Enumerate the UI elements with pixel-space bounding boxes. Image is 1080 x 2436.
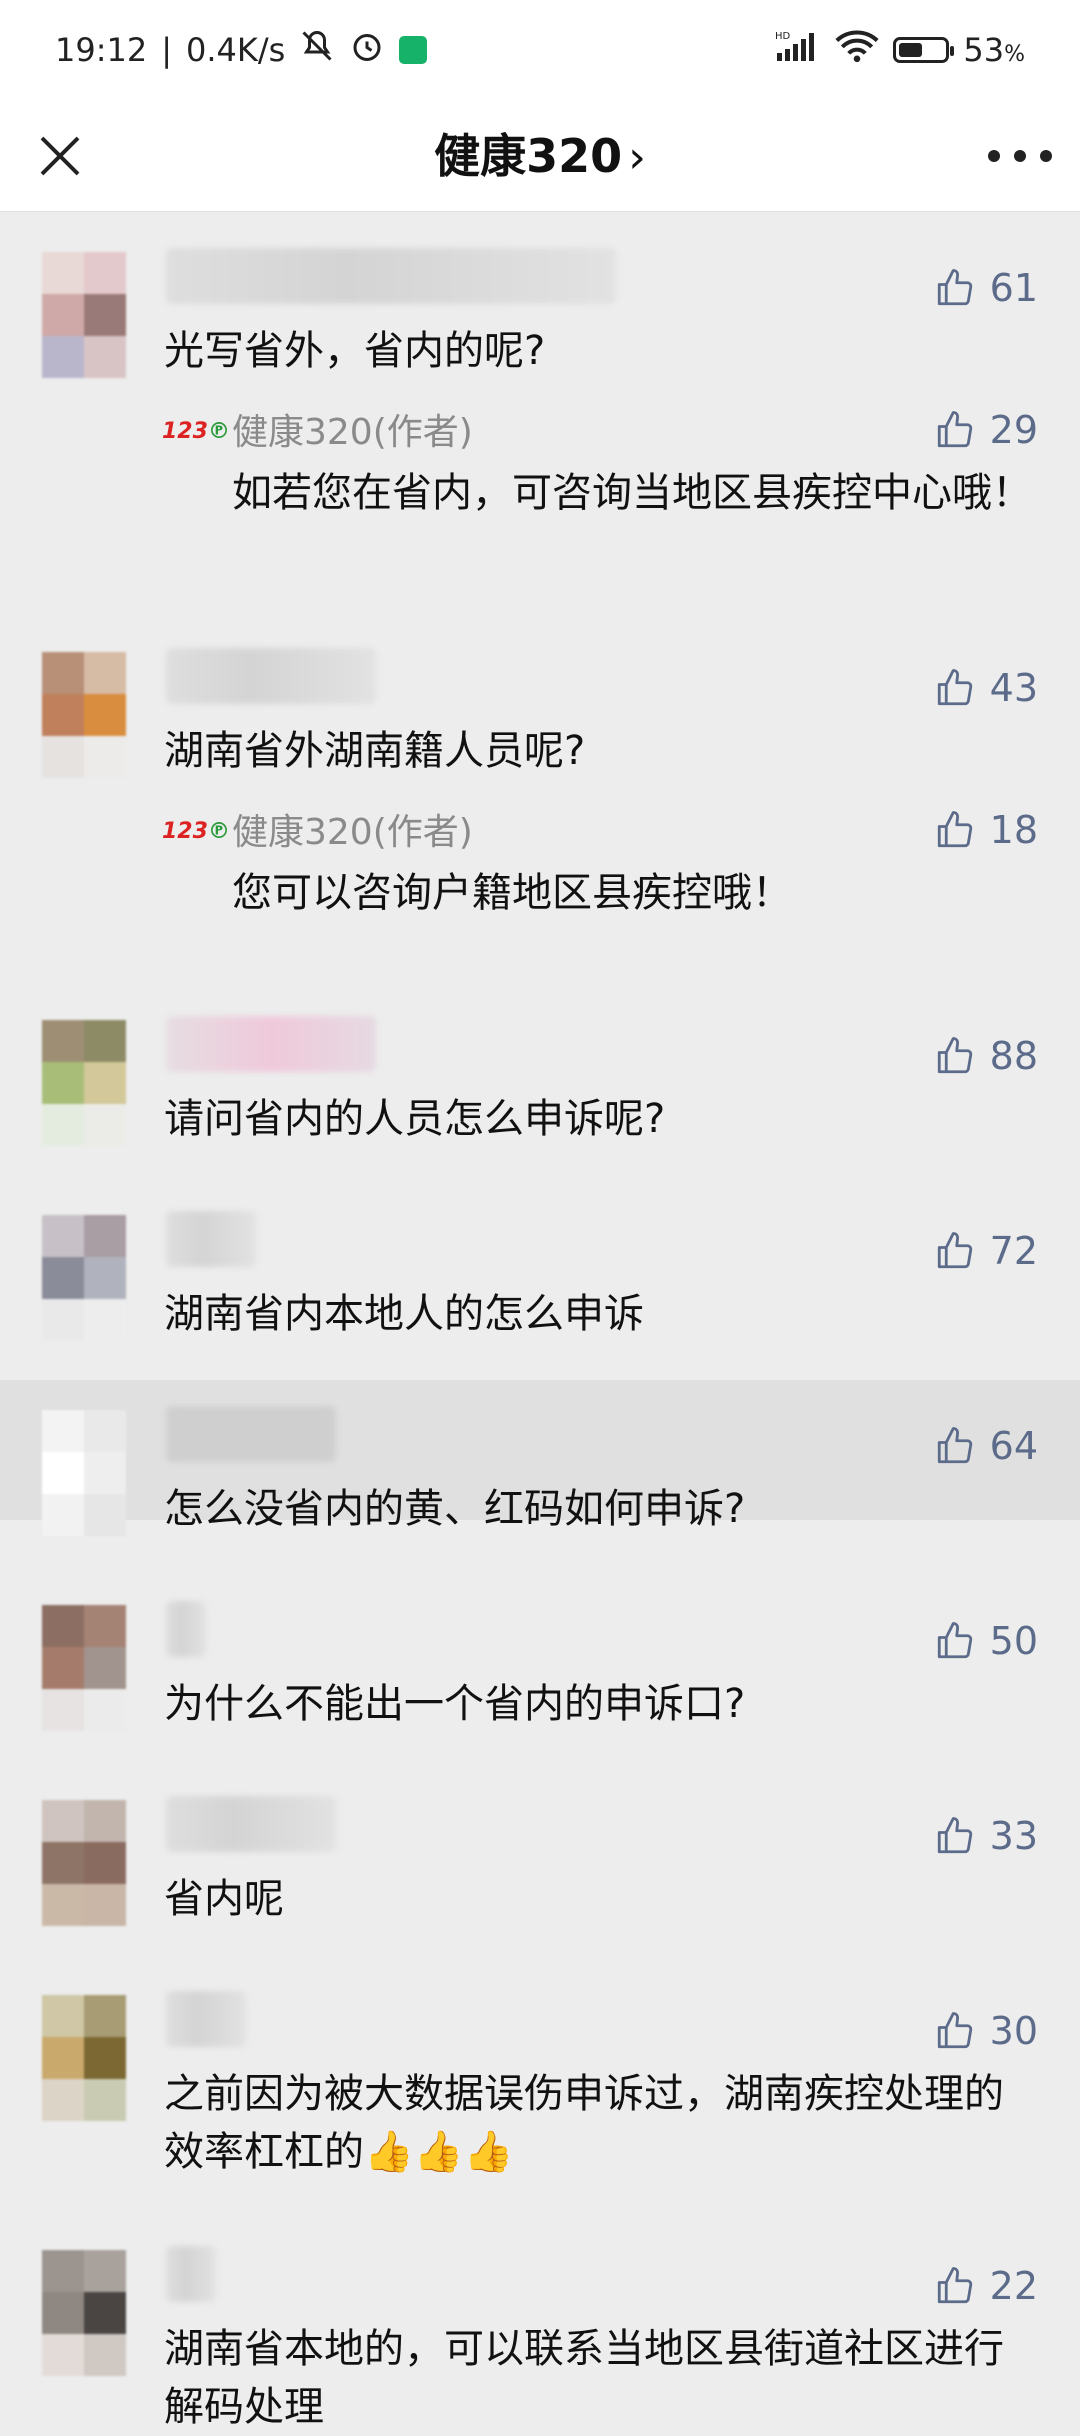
nickname-blurred bbox=[166, 1211, 256, 1267]
nickname-blurred bbox=[166, 1406, 336, 1462]
signal-hd-icon: HD bbox=[775, 29, 821, 71]
comment-item[interactable]: 72 湖南省内本地人的怎么申诉 bbox=[0, 1187, 1080, 1382]
comment-item[interactable]: 64 怎么没省内的黄、红码如何申诉? bbox=[0, 1382, 1080, 1577]
network-speed: 0.4K/s bbox=[186, 31, 286, 69]
thumbs-up-emoji: 👍👍👍 bbox=[364, 2129, 514, 2175]
title-text: 健康320 bbox=[434, 129, 623, 183]
wifi-icon bbox=[835, 29, 879, 71]
like-count: 22 bbox=[989, 2264, 1038, 2308]
like-button[interactable]: 50 bbox=[934, 1619, 1038, 1663]
comment-text: 湖南省内本地人的怎么申诉 bbox=[164, 1291, 644, 1337]
divider: | bbox=[161, 31, 172, 69]
comment-item[interactable]: 61 光写省外，省内的呢? 123℗ 健康320(作者) 29 如若您在省内，可… bbox=[0, 212, 1080, 612]
like-count: 61 bbox=[989, 266, 1038, 310]
comment-text: 为什么不能出一个省内的申诉口? bbox=[164, 1681, 746, 1727]
nickname-blurred bbox=[166, 648, 376, 704]
thumbs-up-icon bbox=[937, 669, 972, 706]
like-button[interactable]: 88 bbox=[934, 1034, 1038, 1078]
page-title[interactable]: 健康320 › bbox=[0, 100, 1080, 212]
thumbs-up-icon bbox=[937, 1427, 972, 1464]
comment-item[interactable]: 22 湖南省本地的，可以联系当地区县街道社区进行解码处理 bbox=[0, 2222, 1080, 2430]
avatar[interactable] bbox=[42, 1215, 126, 1341]
reply-text: 您可以咨询户籍地区县疾控哦！ bbox=[232, 870, 792, 916]
nickname-blurred bbox=[166, 1601, 206, 1657]
like-button[interactable]: 22 bbox=[934, 2264, 1038, 2308]
reply-author[interactable]: 健康320(作者) bbox=[232, 408, 473, 458]
thumbs-up-icon bbox=[937, 269, 972, 306]
status-bar: 19:12 | 0.4K/s HD 53% bbox=[0, 0, 1080, 100]
thumbs-up-icon bbox=[937, 1817, 972, 1854]
avatar[interactable] bbox=[42, 1410, 126, 1536]
battery-icon bbox=[893, 37, 955, 63]
like-count: 64 bbox=[989, 1424, 1038, 1468]
comment-text: 请问省内的人员怎么申诉呢? bbox=[164, 1096, 666, 1142]
comment-item[interactable]: 30 之前因为被大数据误伤申诉过，湖南疾控处理的效率杠杠的👍👍👍 bbox=[0, 1967, 1080, 2222]
like-count: 50 bbox=[989, 1619, 1038, 1663]
battery-fill bbox=[899, 43, 923, 57]
like-count: 29 bbox=[989, 408, 1038, 452]
thumbs-up-icon bbox=[937, 2267, 972, 2304]
like-count: 88 bbox=[989, 1034, 1038, 1078]
comment-text-body: 之前因为被大数据误伤申诉过，湖南疾控处理的效率杠杠的 bbox=[164, 2071, 1004, 2175]
like-button[interactable]: 64 bbox=[934, 1424, 1038, 1468]
avatar[interactable] bbox=[42, 652, 126, 778]
author-logo: 123℗ bbox=[162, 419, 230, 444]
alarm-icon bbox=[349, 28, 385, 72]
nickname-blurred bbox=[166, 2246, 216, 2302]
comment-item[interactable]: 88 请问省内的人员怎么申诉呢? bbox=[0, 992, 1080, 1187]
author-logo: 123℗ bbox=[162, 819, 230, 844]
avatar[interactable] bbox=[42, 1800, 126, 1926]
thumbs-up-icon bbox=[937, 2012, 972, 2049]
comment-item[interactable]: 43 湖南省外湖南籍人员呢? 123℗ 健康320(作者) 18 您可以咨询户籍… bbox=[0, 612, 1080, 992]
like-count: 30 bbox=[989, 2009, 1038, 2053]
thumbs-up-icon bbox=[937, 411, 972, 448]
like-count: 18 bbox=[989, 808, 1038, 852]
nickname-blurred bbox=[166, 1796, 336, 1852]
avatar[interactable] bbox=[42, 2250, 126, 2376]
like-button[interactable]: 61 bbox=[934, 266, 1038, 310]
clock: 19:12 bbox=[55, 31, 148, 69]
status-right: HD 53% bbox=[775, 29, 1025, 71]
phone-app-icon bbox=[399, 36, 428, 64]
nickname-blurred bbox=[166, 1016, 376, 1072]
comment-text: 之前因为被大数据误伤申诉过，湖南疾控处理的效率杠杠的👍👍👍 bbox=[164, 2065, 1040, 2181]
comment-text: 湖南省本地的，可以联系当地区县街道社区进行解码处理 bbox=[164, 2326, 1004, 2430]
like-button[interactable]: 29 bbox=[934, 408, 1038, 452]
nickname-blurred bbox=[166, 248, 616, 304]
mute-icon bbox=[299, 28, 335, 72]
like-button[interactable]: 43 bbox=[934, 666, 1038, 710]
comment-text: 湖南省外湖南籍人员呢? bbox=[164, 728, 586, 774]
like-count: 43 bbox=[989, 666, 1038, 710]
chevron-right-icon: › bbox=[628, 132, 646, 183]
avatar[interactable] bbox=[42, 1995, 126, 2121]
like-button[interactable]: 30 bbox=[934, 2009, 1038, 2053]
status-left: 19:12 | 0.4K/s bbox=[55, 28, 428, 72]
battery-percent: 53% bbox=[963, 31, 1025, 69]
svg-text:HD: HD bbox=[775, 31, 791, 42]
thumbs-up-icon bbox=[937, 1037, 972, 1074]
like-button[interactable]: 18 bbox=[934, 808, 1038, 852]
reply-text: 如若您在省内，可咨询当地区县疾控中心哦！ bbox=[232, 470, 1032, 516]
comment-item[interactable]: 33 省内呢 bbox=[0, 1772, 1080, 1967]
reply-author[interactable]: 健康320(作者) bbox=[232, 808, 473, 858]
thumbs-up-icon bbox=[937, 1232, 972, 1269]
nickname-blurred bbox=[166, 1991, 246, 2047]
comment-item[interactable]: 50 为什么不能出一个省内的申诉口? bbox=[0, 1577, 1080, 1772]
avatar[interactable] bbox=[42, 252, 126, 378]
like-count: 72 bbox=[989, 1229, 1038, 1273]
comment-text: 省内呢 bbox=[164, 1876, 284, 1922]
like-count: 33 bbox=[989, 1814, 1038, 1858]
comment-text: 怎么没省内的黄、红码如何申诉? bbox=[164, 1486, 746, 1532]
more-icon[interactable] bbox=[988, 138, 1052, 174]
nav-bar: 健康320 › bbox=[0, 100, 1080, 212]
thumbs-up-icon bbox=[937, 1622, 972, 1659]
comment-text: 光写省外，省内的呢? bbox=[164, 328, 546, 374]
like-button[interactable]: 33 bbox=[934, 1814, 1038, 1858]
like-button[interactable]: 72 bbox=[934, 1229, 1038, 1273]
avatar[interactable] bbox=[42, 1020, 126, 1146]
avatar[interactable] bbox=[42, 1605, 126, 1731]
thumbs-up-icon bbox=[937, 811, 972, 848]
